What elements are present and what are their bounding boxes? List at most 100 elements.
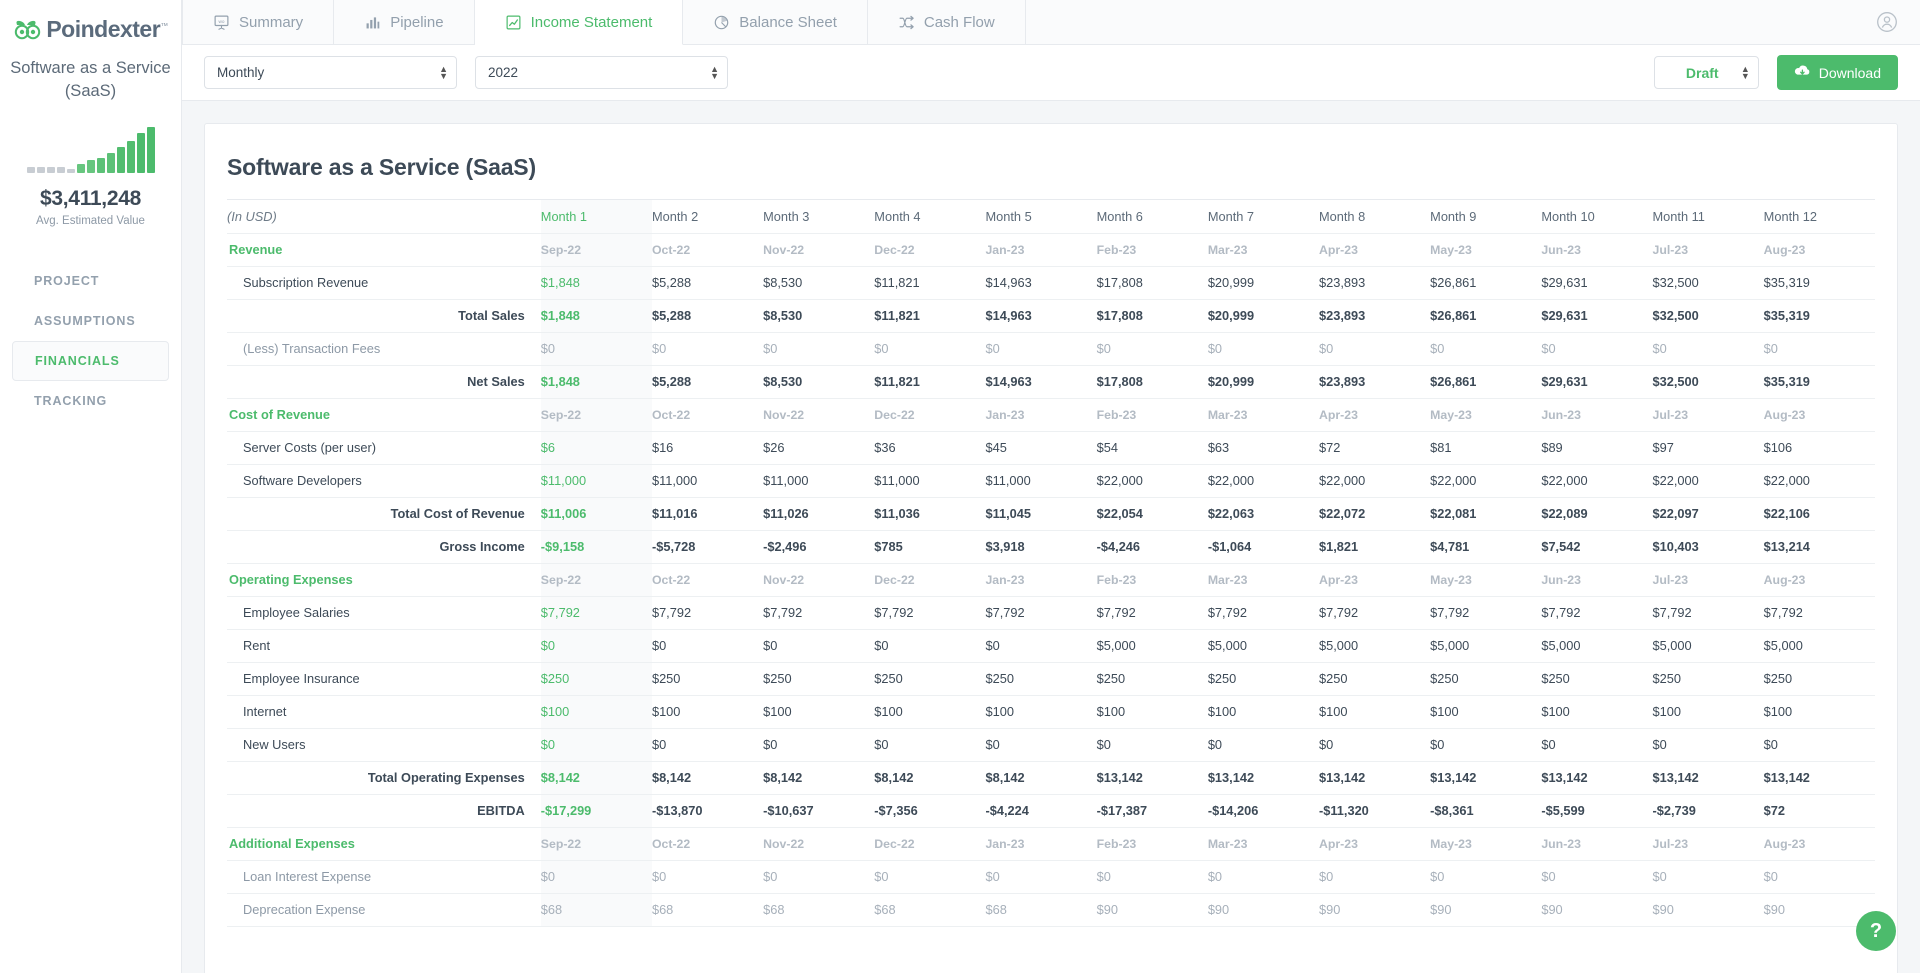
shuffle-icon xyxy=(898,14,915,31)
cell-value: -$17,299 xyxy=(540,794,652,828)
cell-value: Apr-23 xyxy=(1318,827,1431,861)
sidebar-item-assumptions[interactable]: ASSUMPTIONS xyxy=(12,301,169,341)
cell-value: $29,631 xyxy=(1541,365,1653,399)
cell-value: $0 xyxy=(540,332,652,366)
cell-value: $0 xyxy=(651,728,764,762)
main-area: wo Summary Pipeline Income Statement Balance… xyxy=(182,0,1920,973)
sidebar-item-tracking[interactable]: TRACKING xyxy=(12,381,169,421)
cell-value: $35,319 xyxy=(1763,266,1875,300)
units-label: (In USD) xyxy=(227,200,541,234)
tab-summary[interactable]: wo Summary xyxy=(182,0,335,44)
cell-value: $22,000 xyxy=(1207,464,1319,498)
cell-value: $5,000 xyxy=(1763,629,1875,663)
cell-value: Jul-23 xyxy=(1652,398,1764,432)
help-button[interactable]: ? xyxy=(1856,911,1896,951)
cell-value: $13,142 xyxy=(1652,761,1764,795)
cell-value: $250 xyxy=(1096,662,1208,696)
row-label: (Less) Transaction Fees xyxy=(227,332,541,366)
row-label: Employee Salaries xyxy=(227,596,541,630)
cell-value: $5,000 xyxy=(1652,629,1764,663)
line-chart-icon xyxy=(505,14,522,31)
cell-value: $68 xyxy=(651,893,764,927)
cell-value: Jan-23 xyxy=(985,563,1097,597)
table-header: (In USD) Month 1 Month 2 Month 3 Month 4 Mont… xyxy=(227,200,1875,234)
app-logo[interactable]: Poindexter™ xyxy=(0,10,181,45)
table-row: Cost of Revenue Sep-22 Oct-22 Nov-22 Dec-22 J… xyxy=(227,398,1875,432)
cell-value: $100 xyxy=(651,695,764,729)
logo-wordmark: Poindexter™ xyxy=(46,16,168,43)
cell-value: $1,848 xyxy=(540,365,652,399)
cell-value: $23,893 xyxy=(1318,266,1431,300)
tab-bar: wo Summary Pipeline Income Statement Balance… xyxy=(182,0,1920,45)
cell-value: $1,848 xyxy=(540,266,652,300)
cell-value: $20,999 xyxy=(1207,266,1319,300)
cell-value: $11,000 xyxy=(874,464,986,498)
sidebar-item-label: ASSUMPTIONS xyxy=(34,314,136,328)
content-scroll-area[interactable]: Software as a Service (SaaS) (In USD) Mon… xyxy=(182,101,1920,973)
cell-value: -$9,158 xyxy=(540,530,652,564)
cell-value: $0 xyxy=(763,728,875,762)
table-header-row: (In USD) Month 1 Month 2 Month 3 Month 4 Mont… xyxy=(227,200,1875,234)
column-header-month-3: Month 3 xyxy=(763,200,875,234)
cell-value: $72 xyxy=(1318,431,1431,465)
status-select[interactable]: DraftFinal xyxy=(1653,56,1759,89)
cell-value: -$13,870 xyxy=(651,794,764,828)
cell-value: $0 xyxy=(1318,332,1431,366)
cell-value: $7,792 xyxy=(1207,596,1319,630)
tab-income-statement[interactable]: Income Statement xyxy=(474,0,684,45)
income-statement-table: (In USD) Month 1 Month 2 Month 3 Month 4 Mont… xyxy=(227,200,1875,927)
tab-cash-flow[interactable]: Cash Flow xyxy=(867,0,1026,44)
row-label: Total Sales xyxy=(227,299,541,333)
row-label: EBITDA xyxy=(227,794,541,828)
cell-value: $11,006 xyxy=(540,497,652,531)
cell-value: $0 xyxy=(874,728,986,762)
cell-value: Aug-23 xyxy=(1763,827,1875,861)
table-row: Rent $0 $0 $0 $0 $0 $5,000 $5,000 $5,000 $5,000 $5… xyxy=(227,629,1875,663)
cell-value: $100 xyxy=(1430,695,1542,729)
cell-value: $22,000 xyxy=(1763,464,1875,498)
logo-text: Poindexter xyxy=(46,16,161,42)
cell-value: $90 xyxy=(1652,893,1764,927)
cell-value: $22,063 xyxy=(1207,497,1319,531)
row-label: Loan Interest Expense xyxy=(227,860,541,894)
period-select[interactable]: MonthlyQuarterlyAnnually xyxy=(204,56,457,89)
cell-value: $7,792 xyxy=(540,596,652,630)
cell-value: Feb-23 xyxy=(1096,233,1208,267)
cell-value: May-23 xyxy=(1430,398,1542,432)
cell-value: Dec-22 xyxy=(874,233,986,267)
download-button-label: Download xyxy=(1818,64,1881,81)
row-label: Additional Expenses xyxy=(227,827,541,861)
status-select-wrapper: DraftFinal ▲▼ xyxy=(1653,56,1759,89)
cell-value: $250 xyxy=(1652,662,1764,696)
cell-value: $250 xyxy=(651,662,764,696)
user-avatar-icon[interactable] xyxy=(1854,0,1920,44)
sparkline-bar xyxy=(66,169,75,173)
cell-value: $100 xyxy=(985,695,1097,729)
cell-value: $10,403 xyxy=(1652,530,1764,564)
cell-value: $0 xyxy=(1652,332,1764,366)
cell-value: -$14,206 xyxy=(1207,794,1319,828)
cell-value: Oct-22 xyxy=(651,398,764,432)
cell-value: $0 xyxy=(1541,332,1653,366)
table-row: Software Developers $11,000 $11,000 $11,000… xyxy=(227,464,1875,498)
sidebar-item-project[interactable]: PROJECT xyxy=(12,261,169,301)
table-row: Total Sales $1,848 $5,288 $8,530 $11,821 $14,… xyxy=(227,299,1875,333)
cell-value: $100 xyxy=(763,695,875,729)
sidebar-item-label: PROJECT xyxy=(34,274,100,288)
cell-value: $100 xyxy=(874,695,986,729)
cell-value: $106 xyxy=(1763,431,1875,465)
tab-pipeline[interactable]: Pipeline xyxy=(334,0,475,44)
row-label: Total Operating Expenses xyxy=(227,761,541,795)
statement-card: Software as a Service (SaaS) (In USD) Mon… xyxy=(204,123,1898,973)
cell-value: $97 xyxy=(1652,431,1764,465)
sidebar-item-financials[interactable]: FINANCIALS xyxy=(12,341,169,381)
download-button[interactable]: Download xyxy=(1776,55,1898,90)
cell-value: $7,792 xyxy=(763,596,875,630)
cell-value: $0 xyxy=(1318,860,1431,894)
year-select[interactable]: 202220232024 xyxy=(475,56,728,89)
tab-balance-sheet[interactable]: Balance Sheet xyxy=(683,0,868,44)
cell-value: Jan-23 xyxy=(985,233,1097,267)
sparkline-bar xyxy=(46,167,55,173)
cell-value: $32,500 xyxy=(1652,299,1764,333)
row-label: Software Developers xyxy=(227,464,541,498)
